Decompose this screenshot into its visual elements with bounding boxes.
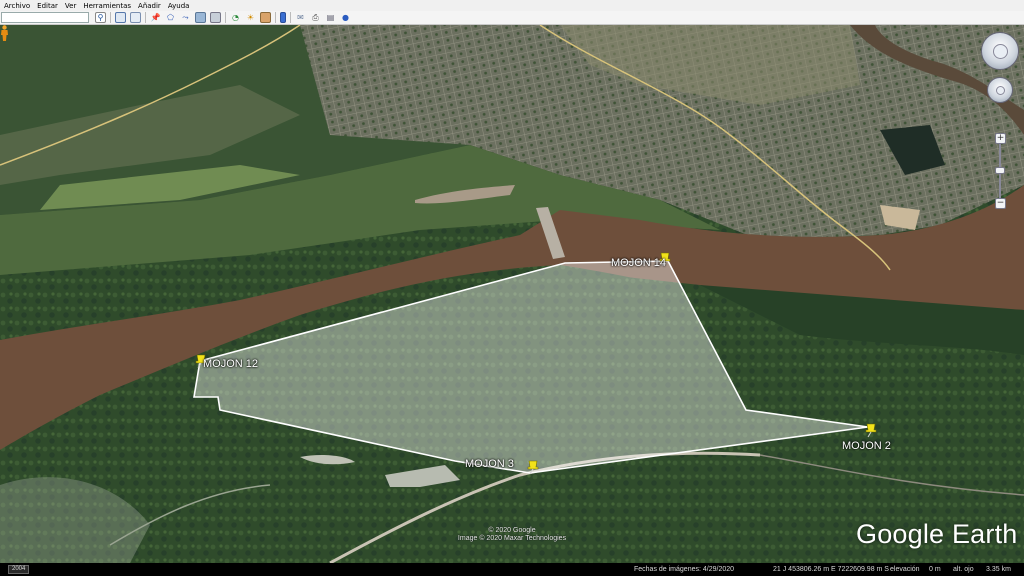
historical-imagery-icon[interactable]: ◔ bbox=[230, 12, 241, 23]
image-overlay-icon[interactable] bbox=[195, 12, 206, 23]
placemark-label-mojon-12[interactable]: MOJON 12 bbox=[203, 358, 258, 370]
search-icon[interactable]: ⚲ bbox=[95, 12, 106, 23]
sun-icon[interactable]: ☀ bbox=[245, 12, 256, 23]
path-icon[interactable]: ⤳ bbox=[180, 12, 191, 23]
ruler-icon[interactable] bbox=[280, 12, 286, 23]
overview-icon[interactable] bbox=[130, 12, 141, 23]
status-bar: 2004 Fechas de imágenes: 4/29/2020 21 J … bbox=[0, 563, 1024, 576]
placemark-label-mojon-2[interactable]: MOJON 2 bbox=[842, 440, 891, 452]
satellite-imagery bbox=[0, 25, 1024, 563]
toolbar-divider bbox=[290, 12, 291, 23]
toolbar-divider bbox=[110, 12, 111, 23]
menu-ver[interactable]: Ver bbox=[65, 2, 76, 10]
record-tour-icon[interactable] bbox=[210, 12, 221, 23]
menu-ayuda[interactable]: Ayuda bbox=[168, 2, 190, 10]
menu-editar[interactable]: Editar bbox=[37, 2, 58, 10]
placemark-icon[interactable]: 📌 bbox=[150, 12, 161, 23]
planets-icon[interactable] bbox=[260, 12, 271, 23]
polygon-icon[interactable]: ⬠ bbox=[165, 12, 176, 23]
street-view-pegman-icon[interactable] bbox=[0, 25, 9, 41]
menu-anadir[interactable]: Añadir bbox=[138, 2, 161, 10]
eye-altitude-value: 3.35 km bbox=[986, 566, 1011, 573]
toolbar-divider bbox=[225, 12, 226, 23]
menu-archivo[interactable]: Archivo bbox=[4, 2, 30, 10]
move-joystick-center[interactable] bbox=[996, 86, 1005, 95]
save-image-icon[interactable]: ▤ bbox=[325, 12, 336, 23]
zoom-in-button[interactable]: + bbox=[995, 133, 1006, 144]
elevation-value: 0 m bbox=[929, 566, 941, 573]
email-icon[interactable]: ✉ bbox=[295, 12, 306, 23]
menu-herramientas[interactable]: Herramientas bbox=[83, 2, 131, 10]
placemark-label-mojon-14[interactable]: MOJON 14 bbox=[611, 257, 666, 269]
look-joystick-center[interactable] bbox=[993, 44, 1008, 59]
sidebar-icon[interactable] bbox=[115, 12, 126, 23]
maps-icon[interactable]: ● bbox=[340, 12, 351, 23]
zoom-slider-thumb[interactable] bbox=[995, 167, 1005, 174]
google-earth-logo: Google Earth bbox=[856, 519, 1018, 549]
elevation-label: elevación bbox=[890, 566, 920, 573]
toolbar-divider bbox=[275, 12, 276, 23]
placemark-label-mojon-3[interactable]: MOJON 3 bbox=[465, 458, 514, 470]
search-input[interactable] bbox=[1, 12, 89, 23]
historical-year-badge[interactable]: 2004 bbox=[8, 565, 30, 574]
pointer-coordinates: 21 J 453806.26 m E 7222609.98 m S bbox=[773, 566, 889, 573]
menu-bar: Archivo Editar Ver Herramientas Añadir A… bbox=[0, 0, 1024, 11]
toolbar-divider bbox=[145, 12, 146, 23]
eye-altitude-label: alt. ojo bbox=[953, 566, 974, 573]
imagery-date: Fechas de imágenes: 4/29/2020 bbox=[634, 566, 735, 573]
zoom-out-button[interactable]: − bbox=[995, 198, 1006, 209]
toolbar: ⚲ 📌 ⬠ ⤳ ◔ ☀ ✉ ⎙ ▤ ● bbox=[0, 11, 1024, 25]
move-joystick[interactable] bbox=[987, 77, 1013, 103]
print-icon[interactable]: ⎙ bbox=[310, 12, 321, 23]
look-joystick[interactable] bbox=[981, 32, 1019, 70]
map-viewport[interactable]: MOJON 14 MOJON 12 MOJON 3 MOJON 2 © 2020… bbox=[0, 25, 1024, 563]
